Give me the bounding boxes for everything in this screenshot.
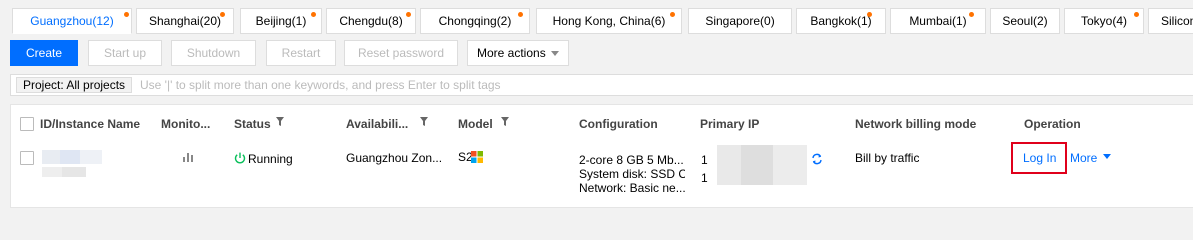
tab-silicon-valley[interactable]: Silicon	[1148, 8, 1193, 34]
filter-icon[interactable]	[276, 117, 284, 126]
tab-label: Chongqing(2)	[438, 14, 512, 28]
tab-guangzhou[interactable]: Guangzhou(12)	[12, 8, 132, 34]
new-indicator-dot	[518, 12, 523, 17]
bar-chart-icon[interactable]	[183, 152, 193, 162]
log-in-link[interactable]: Log In	[1023, 151, 1056, 165]
new-indicator-dot	[867, 12, 872, 17]
header-availability-zone[interactable]: Availabili...	[346, 117, 408, 131]
tab-label: Tokyo(4)	[1080, 14, 1127, 28]
more-link[interactable]: More	[1070, 151, 1097, 165]
more-actions-label: More actions	[477, 46, 546, 60]
tab-seoul[interactable]: Seoul(2)	[990, 8, 1060, 34]
new-indicator-dot	[969, 12, 974, 17]
new-indicator-dot	[311, 12, 316, 17]
tab-shanghai[interactable]: Shanghai(20)	[136, 8, 234, 34]
new-indicator-dot	[406, 12, 411, 17]
header-primary-ip: Primary IP	[700, 117, 760, 131]
tab-label: Bangkok(1)	[810, 14, 872, 28]
new-indicator-dot	[124, 12, 129, 17]
tab-bangkok[interactable]: Bangkok(1)	[796, 8, 886, 34]
chevron-down-icon	[551, 51, 559, 56]
redacted-instance-id	[80, 150, 102, 164]
header-id-name[interactable]: ID/Instance Name	[40, 117, 140, 131]
restart-button[interactable]: Restart	[266, 40, 336, 66]
tab-label: Hong Kong, China(6)	[552, 14, 666, 28]
search-placeholder: Use '|' to split more than one keywords,…	[140, 78, 501, 92]
windows-logo-icon	[471, 151, 483, 163]
tab-label: Chengdu(8)	[339, 14, 403, 28]
header-configuration: Configuration	[579, 117, 658, 131]
tab-label: Beijing(1)	[255, 14, 307, 28]
tab-label: Shanghai(20)	[148, 14, 222, 28]
search-bar[interactable]: Project: All projects Use '|' to split m…	[10, 74, 1193, 96]
project-filter-tag[interactable]: Project: All projects	[16, 77, 133, 93]
redacted-ip-address	[717, 145, 741, 185]
tab-label: Singapore(0)	[705, 14, 775, 28]
row-checkbox[interactable]	[20, 151, 34, 165]
tab-mumbai[interactable]: Mumbai(1)	[890, 8, 986, 34]
header-operation: Operation	[1024, 117, 1081, 131]
ip-prefix: 1	[701, 153, 708, 167]
redacted-instance-id	[42, 150, 60, 164]
header-status[interactable]: Status	[234, 117, 271, 131]
redacted-instance-name	[62, 167, 86, 177]
new-indicator-dot	[670, 12, 675, 17]
tab-hong-kong[interactable]: Hong Kong, China(6)	[536, 8, 682, 34]
tab-label: Mumbai(1)	[909, 14, 967, 28]
tab-beijing[interactable]: Beijing(1)	[240, 8, 322, 34]
filter-icon[interactable]	[501, 117, 509, 126]
filter-icon[interactable]	[420, 117, 428, 126]
power-icon	[234, 152, 246, 164]
shutdown-button[interactable]: Shutdown	[171, 40, 256, 66]
reset-password-button[interactable]: Reset password	[344, 40, 458, 66]
billing-mode: Bill by traffic	[855, 151, 920, 165]
redacted-instance-id	[60, 150, 80, 164]
tab-label: Guangzhou(12)	[30, 14, 114, 28]
create-button[interactable]: Create	[10, 40, 78, 66]
redacted-instance-name	[42, 167, 62, 177]
change-ip-icon[interactable]	[811, 153, 823, 165]
header-network-billing: Network billing mode	[855, 117, 977, 131]
ip-prefix: 1	[701, 171, 708, 185]
status-text: Running	[248, 152, 293, 166]
redacted-ip-address	[773, 145, 807, 185]
header-monitoring[interactable]: Monito...	[161, 117, 210, 131]
config-network: Network: Basic ne...	[579, 181, 685, 195]
new-indicator-dot	[220, 12, 225, 17]
tab-singapore[interactable]: Singapore(0)	[688, 8, 792, 34]
chevron-down-icon[interactable]	[1103, 154, 1111, 159]
instance-table: ID/Instance Name Monito... Status Availa…	[10, 104, 1193, 208]
redacted-ip-address	[741, 145, 773, 185]
availability-zone: Guangzhou Zon...	[346, 151, 443, 165]
tab-label: Silicon	[1161, 14, 1193, 28]
start-up-button[interactable]: Start up	[88, 40, 162, 66]
config-system-disk: System disk: SSD Cl	[579, 167, 685, 181]
tab-tokyo[interactable]: Tokyo(4)	[1064, 8, 1144, 34]
new-indicator-dot	[1134, 12, 1139, 17]
select-all-checkbox[interactable]	[20, 117, 34, 131]
tab-chongqing[interactable]: Chongqing(2)	[420, 8, 530, 34]
tab-chengdu[interactable]: Chengdu(8)	[326, 8, 416, 34]
tab-label: Seoul(2)	[1002, 14, 1048, 28]
more-actions-dropdown[interactable]: More actions	[467, 40, 569, 66]
config-spec: 2-core 8 GB 5 Mb...	[579, 153, 684, 167]
region-tabs: Guangzhou(12) Shanghai(20) Beijing(1) Ch…	[0, 0, 1193, 34]
header-model[interactable]: Model	[458, 117, 493, 131]
